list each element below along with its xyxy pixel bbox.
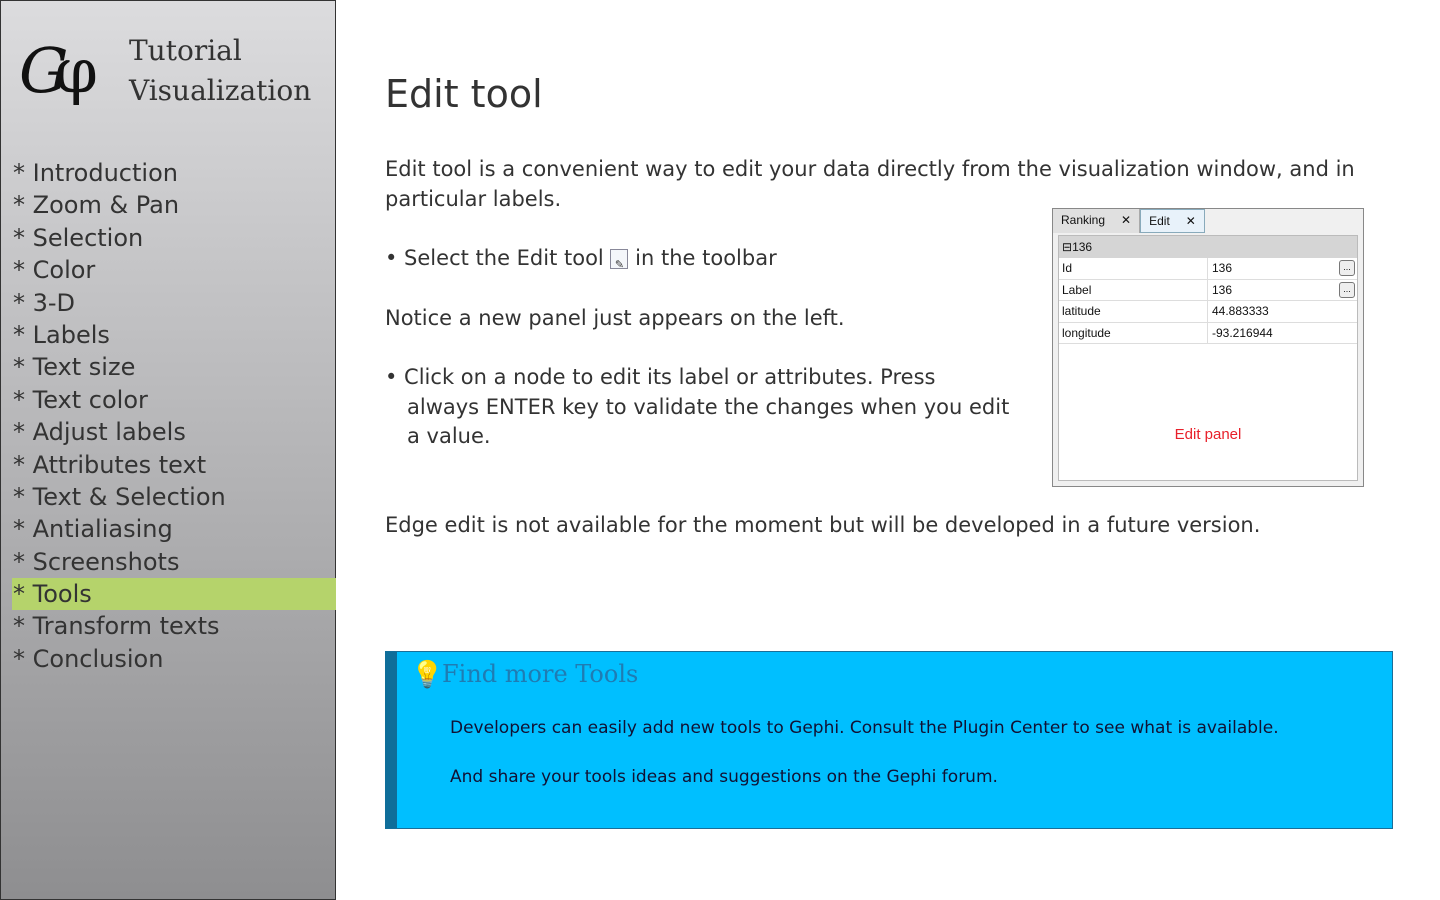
edit-panel-caption: Edit panel xyxy=(1174,426,1242,443)
intro-text: Edit tool is a convenient way to edit yo… xyxy=(385,157,1355,211)
nav-item-attributes-text[interactable]: * Attributes text xyxy=(12,449,336,481)
step-select-tool: • Select the Edit tool ✎ in the toolbar xyxy=(385,244,777,274)
brand-line-2: Visualization xyxy=(129,74,312,107)
edit-panel-screenshot: Ranking ✕ Edit ✕ ⊟136 Id 136... Label 136... l… xyxy=(1052,208,1364,487)
nav-item-color[interactable]: * Color xyxy=(12,254,336,286)
nav-item-text-size[interactable]: * Text size xyxy=(12,351,336,383)
nav-item-antialiasing[interactable]: * Antialiasing xyxy=(12,513,336,545)
attribute-row: latitude 44.883333 xyxy=(1059,301,1357,323)
edit-tool-icon: ✎ xyxy=(610,249,629,271)
tab-edit: Edit ✕ xyxy=(1140,209,1205,233)
nav-item-3-d[interactable]: * 3-D xyxy=(12,287,336,319)
attribute-value: 136... xyxy=(1208,280,1357,301)
nav-item-introduction[interactable]: * Introduction xyxy=(12,157,336,189)
notice-text: Notice a new panel just appears on the l… xyxy=(385,306,845,330)
lightbulb-icon: 💡 xyxy=(411,660,444,690)
attribute-row: longitude -93.216944 xyxy=(1059,322,1357,344)
step2-line1: • Click on a node to edit its label or a… xyxy=(385,365,936,389)
tab-ranking: Ranking ✕ xyxy=(1053,209,1141,233)
nav-item-labels[interactable]: * Labels xyxy=(12,319,336,351)
edge-note: Edge edit is not available for the momen… xyxy=(385,513,1261,537)
brand-title: Tutorial Visualization xyxy=(129,31,311,111)
nav-item-text-color[interactable]: * Text color xyxy=(12,384,336,416)
edit-value-button: ... xyxy=(1339,281,1355,298)
edit-value-button: ... xyxy=(1339,260,1355,276)
step1-post-text: in the toolbar xyxy=(635,246,777,270)
step-click-node: • Click on a node to edit its label or a… xyxy=(385,363,1009,452)
gephi-logo: Gφ xyxy=(19,34,98,107)
nav-item-zoom-pan[interactable]: * Zoom & Pan xyxy=(12,189,336,221)
step2-line2: always ENTER key to validate the changes… xyxy=(407,394,1010,419)
nav-item-transform-texts[interactable]: * Transform texts xyxy=(12,610,336,642)
nav-item-tools[interactable]: * Tools xyxy=(12,578,336,611)
attribute-key: Label xyxy=(1059,279,1208,300)
attribute-value: -93.216944 xyxy=(1212,325,1273,340)
nav-item-text-selection[interactable]: * Text & Selection xyxy=(12,481,336,513)
node-group: ⊟136 xyxy=(1059,236,1357,258)
tip-title: Find more Tools xyxy=(442,660,639,688)
step2-line3: a value. xyxy=(407,424,491,448)
nav-item-selection[interactable]: * Selection xyxy=(12,222,336,254)
attribute-key: latitude xyxy=(1059,301,1208,322)
tip-paragraph-1: Developers can easily add new tools to G… xyxy=(450,718,1279,738)
page-title: Edit tool xyxy=(385,72,543,116)
attribute-value: 136... xyxy=(1208,258,1357,279)
nav-item-screenshots[interactable]: * Screenshots xyxy=(12,546,336,578)
nav-item-conclusion[interactable]: * Conclusion xyxy=(12,643,336,675)
brand-line-1: Tutorial xyxy=(129,34,242,67)
attribute-row: Label 136... xyxy=(1059,279,1357,301)
attribute-row: Id 136... xyxy=(1059,258,1357,280)
attribute-key: longitude xyxy=(1059,322,1208,343)
step1-text: • Select the Edit tool xyxy=(385,246,604,270)
sidebar: Gφ Tutorial Visualization * Introduction… xyxy=(0,0,336,900)
attribute-value: 44.883333 xyxy=(1212,304,1269,318)
tip-box: 💡 Find more Tools Developers can easily … xyxy=(385,651,1393,829)
nav-menu: * Introduction * Zoom & Pan * Selection * C… xyxy=(12,157,336,675)
tip-paragraph-2: And share your tools ideas and suggestio… xyxy=(450,767,998,787)
attribute-key: Id xyxy=(1059,258,1208,279)
nav-item-adjust-labels[interactable]: * Adjust labels xyxy=(12,416,336,448)
